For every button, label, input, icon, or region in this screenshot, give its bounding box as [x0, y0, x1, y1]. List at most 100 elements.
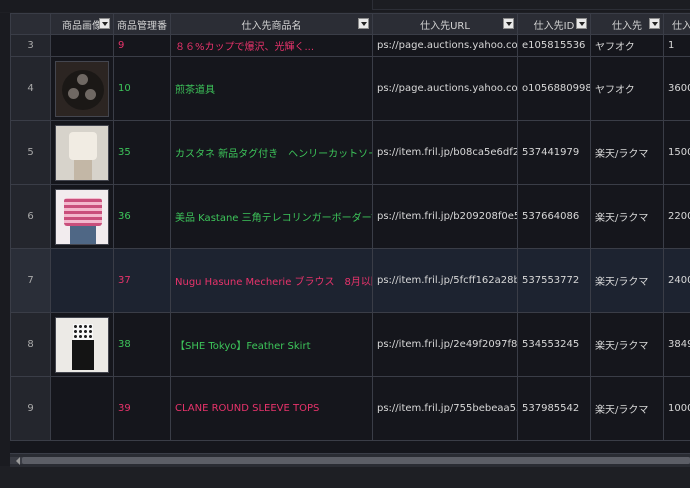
supplier-id-cell[interactable]: 537985542 — [517, 376, 591, 441]
supplier-price-cell[interactable]: 2400 — [663, 248, 690, 313]
column-header-supplier-id[interactable]: 仕入先ID — [517, 13, 591, 35]
supplier-price-cell[interactable]: 1 — [663, 34, 690, 57]
skirt-outfit-thumbnail[interactable] — [55, 316, 109, 373]
product-image-cell[interactable] — [50, 312, 114, 377]
scrollbar-thumb[interactable] — [22, 457, 690, 464]
tea-cup-shape — [85, 88, 96, 100]
management-number-cell[interactable]: 37 — [113, 248, 171, 313]
row-number[interactable]: 7 — [10, 248, 51, 313]
supplier-price-cell[interactable]: 10000 — [663, 376, 690, 441]
table-row[interactable]: 6 36 美品 Kastane 三角テレコリンガーボーダーTシャツ ps://i… — [10, 184, 690, 249]
supplier-url-cell[interactable]: ps://item.fril.jp/755bebeaa5363 — [372, 376, 518, 441]
spreadsheet-grid: 商品画像 商品管理番 仕入先商品名 仕入先URL 仕入先ID 仕入先 仕 3 9… — [10, 13, 690, 453]
supplier-cell[interactable]: ヤフオク — [590, 56, 664, 121]
striped-tee-shape — [64, 197, 102, 226]
jeans-shape — [70, 225, 96, 244]
supplier-url-cell[interactable]: ps://item.fril.jp/5fcff162a28bbb — [372, 248, 518, 313]
pants-shape — [74, 159, 92, 180]
management-number-cell[interactable]: 39 — [113, 376, 171, 441]
row-number[interactable]: 3 — [10, 34, 51, 57]
dropdown-filter-icon[interactable] — [576, 18, 587, 29]
table-row[interactable]: 7 37 Nugu Hasune Mecherie ブラウス 8月以降 ps:/… — [10, 248, 690, 313]
tea-cup-shape — [77, 73, 88, 85]
column-header-image[interactable]: 商品画像 — [50, 13, 114, 35]
supplier-cell[interactable]: 楽天/ラクマ — [590, 376, 664, 441]
supplier-cell[interactable]: 楽天/ラクマ — [590, 184, 664, 249]
supplier-product-name-cell[interactable]: 美品 Kastane 三角テレコリンガーボーダーTシャツ — [170, 184, 373, 249]
supplier-price-cell[interactable]: 1500 — [663, 120, 690, 185]
product-image-cell[interactable] — [50, 34, 114, 57]
supplier-url-cell[interactable]: ps://page.auctions.yahoo.co.jp/ — [372, 34, 518, 57]
supplier-id-cell[interactable]: 537553772 — [517, 248, 591, 313]
supplier-cell[interactable]: 楽天/ラクマ — [590, 312, 664, 377]
table-row[interactable]: 3 9 ８６%カップで爆沢、光輝く... ps://page.auctions.… — [10, 34, 690, 57]
row-number[interactable]: 8 — [10, 312, 51, 377]
supplier-cell[interactable]: 楽天/ラクマ — [590, 120, 664, 185]
supplier-price-cell[interactable]: 3600 — [663, 56, 690, 121]
supplier-cell[interactable]: 楽天/ラクマ — [590, 248, 664, 313]
shirt-shape — [69, 131, 97, 160]
supplier-product-name-cell[interactable]: ８６%カップで爆沢、光輝く... — [170, 34, 373, 57]
supplier-product-name-cell[interactable]: カスタネ 新品タグ付き ヘンリーカットソー — [170, 120, 373, 185]
product-image-cell[interactable] — [50, 184, 114, 249]
product-image-cell[interactable] — [50, 376, 114, 441]
supplier-price-cell[interactable]: 38490 — [663, 312, 690, 377]
row-number[interactable]: 5 — [10, 120, 51, 185]
column-header-management-number[interactable]: 商品管理番 — [113, 13, 171, 35]
column-header-supplier-product-name[interactable]: 仕入先商品名 — [170, 13, 373, 35]
column-header-supplier[interactable]: 仕入先 — [590, 13, 664, 35]
row-number[interactable]: 9 — [10, 376, 51, 441]
management-number-cell[interactable]: 36 — [113, 184, 171, 249]
table-row[interactable]: 4 10 煎茶道具 ps://page.auctions.yahoo.co.jp… — [10, 56, 690, 121]
management-number-cell[interactable]: 38 — [113, 312, 171, 377]
scroll-left-arrow-icon[interactable] — [12, 457, 20, 465]
column-header-label: 商品管理番 — [117, 20, 167, 32]
supplier-product-name-cell[interactable]: CLANE ROUND SLEEVE TOPS — [170, 376, 373, 441]
product-image-cell[interactable] — [50, 248, 114, 313]
dropdown-filter-icon[interactable] — [99, 18, 110, 29]
column-header-supplier-url[interactable]: 仕入先URL — [372, 13, 518, 35]
supplier-product-name-cell[interactable]: Nugu Hasune Mecherie ブラウス 8月以降 — [170, 248, 373, 313]
supplier-product-name-cell[interactable]: 【SHE Tokyo】Feather Skirt — [170, 312, 373, 377]
column-header-label: 仕入先 — [612, 20, 642, 32]
supplier-id-cell[interactable]: 534553245 — [517, 312, 591, 377]
column-header-label: 仕入先商品名 — [241, 20, 302, 32]
supplier-url-cell[interactable]: ps://page.auctions.yahoo.co.jp/ — [372, 56, 518, 121]
management-number-cell[interactable]: 9 — [113, 34, 171, 57]
management-number-cell[interactable]: 35 — [113, 120, 171, 185]
black-skirt-shape — [72, 339, 94, 370]
supplier-id-cell[interactable]: 537664086 — [517, 184, 591, 249]
column-header-label: 商品画像 — [62, 20, 102, 32]
dropdown-filter-icon[interactable] — [358, 18, 369, 29]
supplier-id-cell[interactable]: e105815536 — [517, 34, 591, 57]
toolbar-field — [372, 0, 690, 10]
dropdown-filter-icon[interactable] — [649, 18, 660, 29]
horizontal-scrollbar[interactable] — [10, 453, 690, 467]
product-image-cell[interactable] — [50, 56, 114, 121]
dropdown-filter-icon[interactable] — [503, 18, 514, 29]
management-number-cell[interactable]: 10 — [113, 56, 171, 121]
supplier-id-cell[interactable]: 537441979 — [517, 120, 591, 185]
supplier-id-cell[interactable]: o1056880998 — [517, 56, 591, 121]
column-header-supplier-price[interactable]: 仕入先 — [663, 13, 690, 35]
supplier-cell[interactable]: ヤフオク — [590, 34, 664, 57]
table-row[interactable]: 9 39 CLANE ROUND SLEEVE TOPS ps://item.f… — [10, 376, 690, 441]
row-number[interactable]: 4 — [10, 56, 51, 121]
corner-cell[interactable] — [10, 13, 51, 35]
supplier-price-cell[interactable]: 2200 — [663, 184, 690, 249]
supplier-url-cell[interactable]: ps://item.fril.jp/b209208f0e5429 — [372, 184, 518, 249]
table-row[interactable]: 5 35 カスタネ 新品タグ付き ヘンリーカットソー ps://item.fri… — [10, 120, 690, 185]
tea-set-thumbnail[interactable] — [55, 60, 109, 117]
product-image-cell[interactable] — [50, 120, 114, 185]
supplier-product-name-cell[interactable]: 煎茶道具 — [170, 56, 373, 121]
left-gutter — [0, 13, 10, 466]
knit-top-thumbnail[interactable] — [55, 124, 109, 181]
column-header-label: 仕入先 — [672, 20, 690, 32]
header-row: 商品画像 商品管理番 仕入先商品名 仕入先URL 仕入先ID 仕入先 仕 — [10, 13, 690, 35]
supplier-url-cell[interactable]: ps://item.fril.jp/b08ca5e6df2093 — [372, 120, 518, 185]
table-row[interactable]: 8 38 【SHE Tokyo】Feather Skirt ps://item.… — [10, 312, 690, 377]
top-toolbar — [0, 0, 690, 12]
pink-tee-thumbnail[interactable] — [55, 188, 109, 245]
supplier-url-cell[interactable]: ps://item.fril.jp/2e49f2097f8734 — [372, 312, 518, 377]
row-number[interactable]: 6 — [10, 184, 51, 249]
